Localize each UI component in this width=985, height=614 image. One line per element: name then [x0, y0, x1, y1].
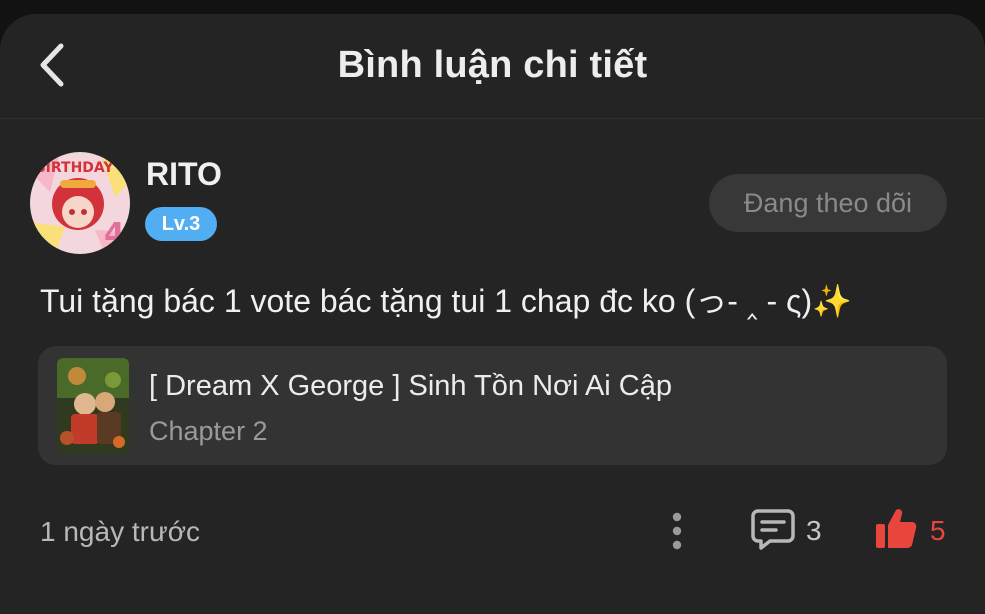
more-options-button[interactable]: [664, 510, 690, 552]
reply-button[interactable]: 3: [750, 506, 830, 556]
thumbs-up-icon: [876, 509, 917, 548]
like-count: 5: [930, 515, 946, 546]
story-chapter: Chapter 2: [149, 416, 268, 446]
avatar[interactable]: BIRTHDAY 4: [30, 152, 130, 254]
more-vertical-icon: [672, 512, 682, 550]
comment-detail-screen: Bình luận chi tiết BIRTHDAY 4 RITO Lv.3 …: [0, 14, 985, 614]
reply-count: 3: [806, 515, 822, 546]
comment-text: Tui tặng bác 1 vote bác tặng tui 1 chap …: [40, 283, 852, 319]
like-button[interactable]: 5: [874, 504, 954, 556]
comment-icon: [751, 509, 795, 550]
header: Bình luận chi tiết: [0, 14, 985, 119]
story-title: [ Dream X George ] Sinh Tồn Nơi Ai Cập: [149, 370, 672, 402]
username[interactable]: RITO: [146, 156, 222, 193]
following-button[interactable]: Đang theo dõi: [709, 174, 947, 232]
svg-text:BIRTHDAY: BIRTHDAY: [35, 160, 114, 176]
avatar-image: BIRTHDAY 4: [30, 152, 130, 254]
story-card[interactable]: [ Dream X George ] Sinh Tồn Nơi Ai Cập C…: [38, 346, 947, 465]
page-title: Bình luận chi tiết: [337, 44, 648, 86]
comment-timestamp: 1 ngày trước: [40, 516, 201, 547]
level-badge: Lv.3: [145, 207, 217, 241]
story-cover-image: [57, 358, 129, 454]
svg-text:4: 4: [104, 217, 125, 252]
